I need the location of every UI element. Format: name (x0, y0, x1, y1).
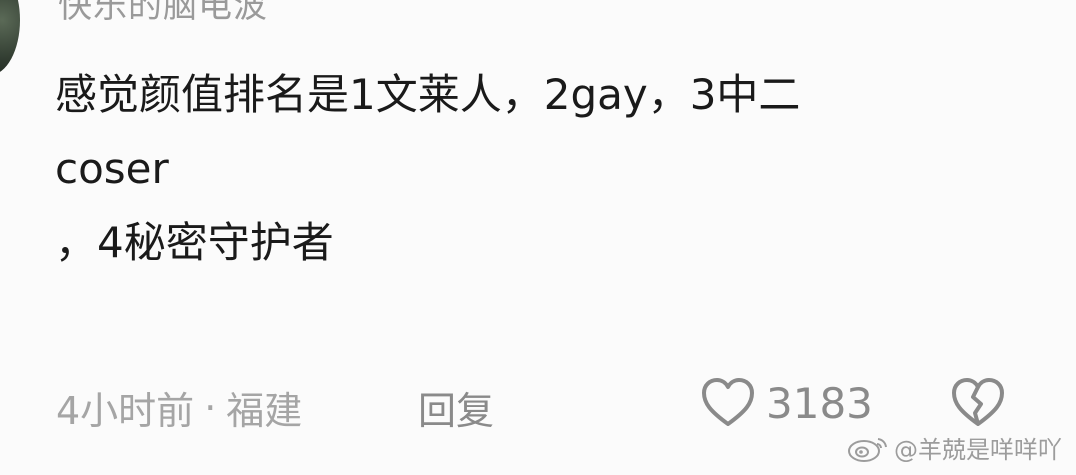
comment-text: 感觉颜值排名是1文莱人，2gay，3中二 coser ，4秘密守护者 (55, 58, 1015, 280)
username[interactable]: 快乐的脑电波 (58, 0, 268, 27)
avatar[interactable] (0, 0, 20, 75)
like-button[interactable]: 3183 (700, 377, 873, 429)
comment-line: 感觉颜值排名是1文莱人，2gay，3中二 (55, 70, 801, 119)
reply-button[interactable]: 回复 (418, 380, 494, 435)
comment-line: coser (55, 144, 169, 193)
watermark: @羊兢是咩咩吖 (846, 430, 1062, 465)
broken-heart-icon (952, 378, 1004, 426)
comment-meta: 4小时前 · 福建 (56, 380, 302, 435)
watermark-text: @羊兢是咩咩吖 (894, 436, 1062, 464)
comment-time: 4小时前 (56, 389, 195, 433)
heart-outline-icon (702, 378, 754, 426)
like-count: 3183 (766, 378, 873, 428)
comment-location: 福建 (226, 389, 303, 433)
dislike-button[interactable] (950, 377, 1006, 433)
weibo-icon (848, 437, 887, 462)
comment-line: ，4秘密守护者 (55, 218, 334, 267)
meta-separator: · (204, 385, 217, 430)
comment-card: 快乐的脑电波 感觉颜值排名是1文莱人，2gay，3中二 coser ，4秘密守护… (0, 0, 1076, 475)
